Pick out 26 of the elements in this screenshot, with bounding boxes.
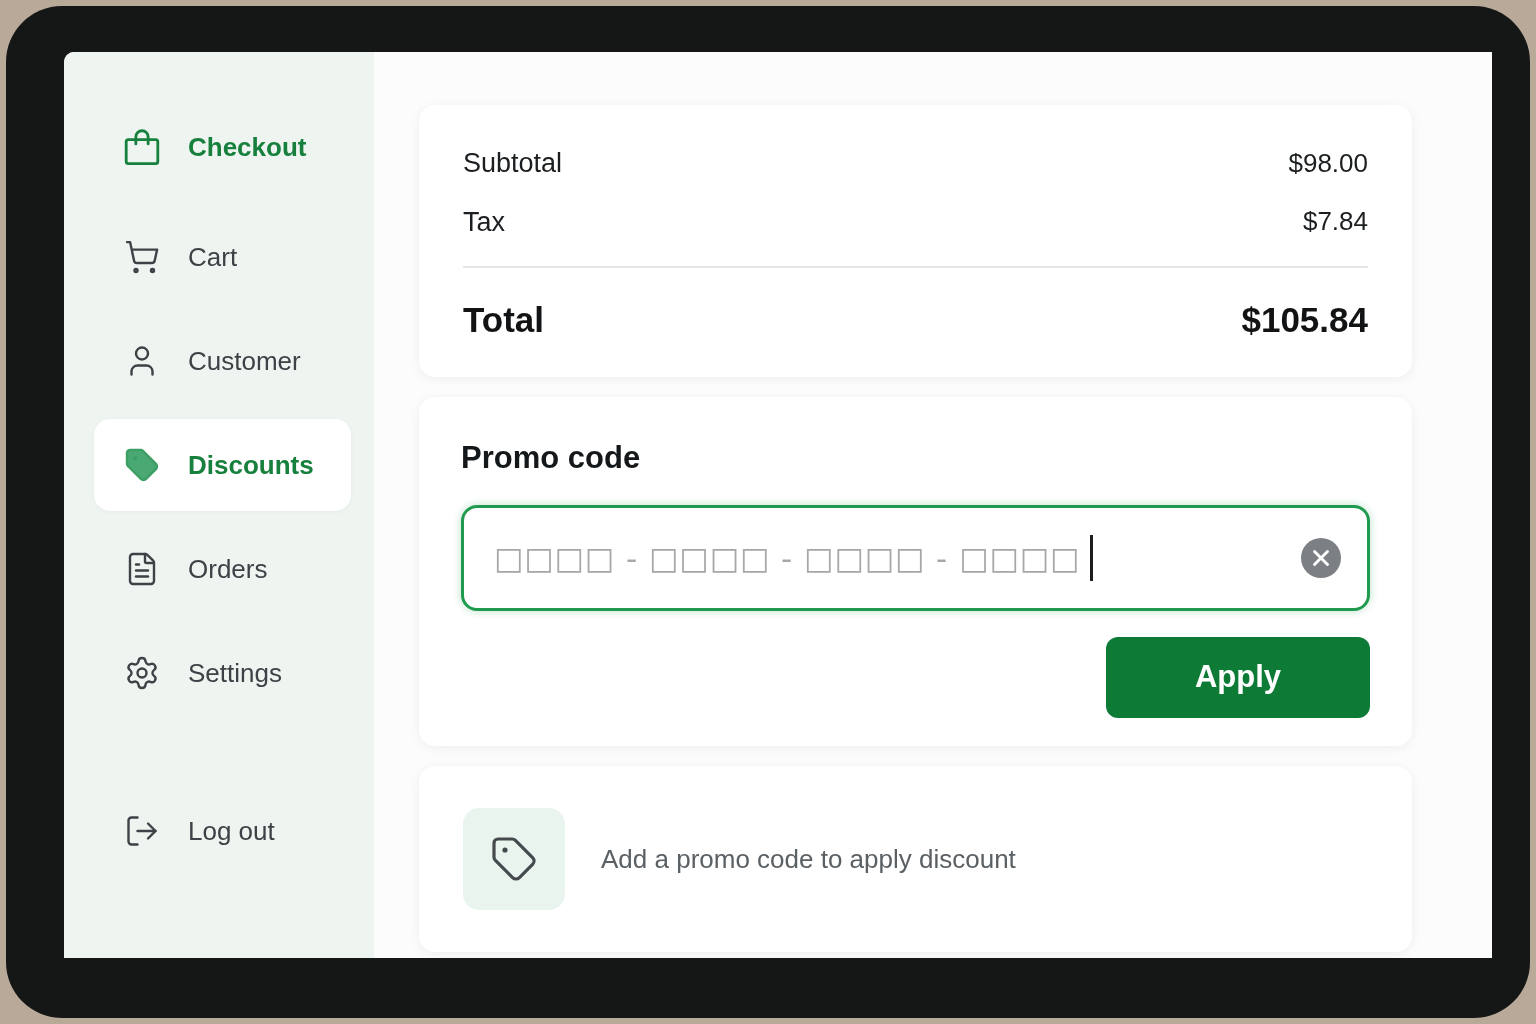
promo-title: Promo code bbox=[461, 438, 641, 477]
tag-icon bbox=[124, 447, 160, 483]
bag-icon bbox=[124, 129, 160, 165]
promo-code-input[interactable]: □□□□ - □□□□ - □□□□ - □□□□ bbox=[494, 534, 1081, 582]
sidebar-item[interactable]: Customer bbox=[94, 315, 351, 407]
sidebar-item[interactable]: Discounts bbox=[94, 419, 351, 511]
summary-label: Subtotal bbox=[463, 147, 563, 180]
clear-button[interactable] bbox=[1301, 538, 1341, 578]
sidebar-item[interactable]: Settings bbox=[94, 627, 351, 719]
summary-value: $7.84 bbox=[1302, 205, 1368, 239]
summary-value: $98.00 bbox=[1288, 146, 1368, 180]
logout-button[interactable]: Log out bbox=[94, 785, 351, 877]
hint-text: Add a promo code to apply discount bbox=[601, 842, 1016, 876]
logout-icon bbox=[124, 813, 160, 849]
sidebar-item[interactable]: Cart bbox=[94, 211, 351, 303]
gear-icon bbox=[124, 655, 160, 691]
text-cursor bbox=[1090, 535, 1094, 581]
app-title: Checkout bbox=[188, 130, 307, 164]
tag-icon bbox=[463, 808, 565, 910]
sidebar-item[interactable]: Orders bbox=[94, 523, 351, 615]
total-label: Total bbox=[463, 299, 544, 341]
total-value: $105.84 bbox=[1241, 299, 1368, 341]
promo-code-field[interactable]: □□□□ - □□□□ - □□□□ - □□□□ bbox=[461, 505, 1370, 611]
cart-icon bbox=[124, 239, 160, 275]
apply-button[interactable]: Apply bbox=[1106, 637, 1370, 718]
summary-label: Tax bbox=[463, 205, 506, 239]
